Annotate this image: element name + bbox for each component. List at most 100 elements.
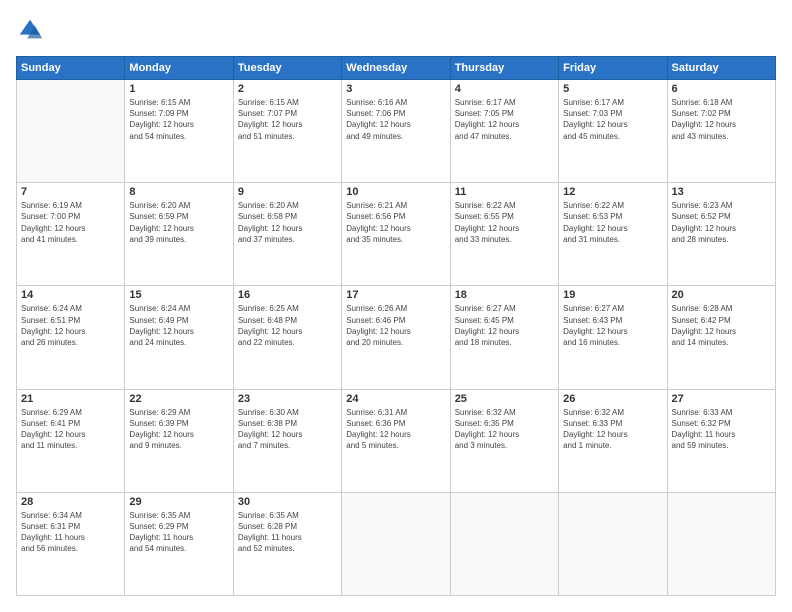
day-number: 19: [563, 289, 662, 301]
day-number: 13: [672, 186, 771, 198]
logo: [16, 16, 48, 44]
calendar-cell: 14Sunrise: 6:24 AMSunset: 6:51 PMDayligh…: [17, 286, 125, 389]
day-number: 27: [672, 393, 771, 405]
calendar-cell: 18Sunrise: 6:27 AMSunset: 6:45 PMDayligh…: [450, 286, 558, 389]
calendar-cell: 6 Sunrise: 6:18 AMSunset: 7:02 PMDaylight…: [667, 80, 775, 183]
cell-content: Sunrise: 6:30 AMSunset: 6:38 PMDaylight:…: [238, 407, 337, 452]
calendar-cell: 4Sunrise: 6:17 AMSunset: 7:05 PMDaylight…: [450, 80, 558, 183]
day-number: 24: [346, 393, 445, 405]
weekday-header-saturday: Saturday: [667, 57, 775, 80]
calendar-cell: 16 Sunrise: 6:25 AMSunset: 6:48 PMDayligh…: [233, 286, 341, 389]
weekday-header-thursday: Thursday: [450, 57, 558, 80]
day-number: 11: [455, 186, 554, 198]
cell-content: Sunrise: 6:35 AMSunset: 6:29 PMDaylight:…: [129, 510, 228, 555]
calendar-cell: 22 Sunrise: 6:29 AMSunset: 6:39 PMDayligh…: [125, 389, 233, 492]
calendar-cell: 29Sunrise: 6:35 AMSunset: 6:29 PMDayligh…: [125, 492, 233, 595]
cell-content: Sunrise: 6:31 AMSunset: 6:36 PMDaylight:…: [346, 407, 445, 452]
day-number: 18: [455, 289, 554, 301]
day-number: 2: [238, 83, 337, 95]
cell-content: Sunrise: 6:16 AMSunset: 7:06 PMDaylight:…: [346, 97, 445, 142]
calendar-cell: 1 Sunrise: 6:15 AMSunset: 7:09 PMDaylight…: [125, 80, 233, 183]
calendar-cell: 10 Sunrise: 6:21 AMSunset: 6:56 PMDayligh…: [342, 183, 450, 286]
calendar-week-2: 7 Sunrise: 6:19 AMSunset: 7:00 PMDaylight…: [17, 183, 776, 286]
header: [16, 16, 776, 44]
cell-content: Sunrise: 6:27 AMSunset: 6:43 PMDaylight:…: [563, 303, 662, 348]
calendar-cell: [559, 492, 667, 595]
logo-icon: [16, 16, 44, 44]
calendar-week-5: 28 Sunrise: 6:34 AMSunset: 6:31 PMDayligh…: [17, 492, 776, 595]
cell-content: Sunrise: 6:33 AMSunset: 6:32 PMDaylight:…: [672, 407, 771, 452]
calendar-week-4: 21 Sunrise: 6:29 AMSunset: 6:41 PMDayligh…: [17, 389, 776, 492]
cell-content: Sunrise: 6:23 AMSunset: 6:52 PMDaylight:…: [672, 200, 771, 245]
calendar-cell: 20Sunrise: 6:28 AMSunset: 6:42 PMDayligh…: [667, 286, 775, 389]
cell-content: Sunrise: 6:34 AMSunset: 6:31 PMDaylight:…: [21, 510, 120, 555]
calendar-cell: 23 Sunrise: 6:30 AMSunset: 6:38 PMDayligh…: [233, 389, 341, 492]
calendar-cell: [342, 492, 450, 595]
day-number: 7: [21, 186, 120, 198]
cell-content: Sunrise: 6:15 AMSunset: 7:09 PMDaylight:…: [129, 97, 228, 142]
day-number: 30: [238, 496, 337, 508]
day-number: 6: [672, 83, 771, 95]
day-number: 9: [238, 186, 337, 198]
day-number: 26: [563, 393, 662, 405]
day-number: 17: [346, 289, 445, 301]
day-number: 4: [455, 83, 554, 95]
calendar-cell: 9 Sunrise: 6:20 AMSunset: 6:58 PMDaylight…: [233, 183, 341, 286]
calendar-cell: 15Sunrise: 6:24 AMSunset: 6:49 PMDayligh…: [125, 286, 233, 389]
day-number: 12: [563, 186, 662, 198]
cell-content: Sunrise: 6:22 AMSunset: 6:53 PMDaylight:…: [563, 200, 662, 245]
page: SundayMondayTuesdayWednesdayThursdayFrid…: [0, 0, 792, 612]
calendar-cell: 30 Sunrise: 6:35 AMSunset: 6:28 PMDayligh…: [233, 492, 341, 595]
calendar-cell: 11 Sunrise: 6:22 AMSunset: 6:55 PMDayligh…: [450, 183, 558, 286]
day-number: 28: [21, 496, 120, 508]
day-number: 22: [129, 393, 228, 405]
cell-content: Sunrise: 6:19 AMSunset: 7:00 PMDaylight:…: [21, 200, 120, 245]
day-number: 8: [129, 186, 228, 198]
calendar-cell: 8 Sunrise: 6:20 AMSunset: 6:59 PMDaylight…: [125, 183, 233, 286]
cell-content: Sunrise: 6:32 AMSunset: 6:33 PMDaylight:…: [563, 407, 662, 452]
calendar-cell: 12 Sunrise: 6:22 AMSunset: 6:53 PMDayligh…: [559, 183, 667, 286]
calendar-cell: 7 Sunrise: 6:19 AMSunset: 7:00 PMDaylight…: [17, 183, 125, 286]
cell-content: Sunrise: 6:29 AMSunset: 6:41 PMDaylight:…: [21, 407, 120, 452]
weekday-header-tuesday: Tuesday: [233, 57, 341, 80]
cell-content: Sunrise: 6:18 AMSunset: 7:02 PMDaylight:…: [672, 97, 771, 142]
day-number: 20: [672, 289, 771, 301]
cell-content: Sunrise: 6:20 AMSunset: 6:58 PMDaylight:…: [238, 200, 337, 245]
cell-content: Sunrise: 6:15 AMSunset: 7:07 PMDaylight:…: [238, 97, 337, 142]
day-number: 5: [563, 83, 662, 95]
day-number: 1: [129, 83, 228, 95]
calendar-cell: 19 Sunrise: 6:27 AMSunset: 6:43 PMDayligh…: [559, 286, 667, 389]
calendar-cell: 3Sunrise: 6:16 AMSunset: 7:06 PMDaylight…: [342, 80, 450, 183]
weekday-header-row: SundayMondayTuesdayWednesdayThursdayFrid…: [17, 57, 776, 80]
calendar-cell: 28 Sunrise: 6:34 AMSunset: 6:31 PMDayligh…: [17, 492, 125, 595]
day-number: 23: [238, 393, 337, 405]
cell-content: Sunrise: 6:21 AMSunset: 6:56 PMDaylight:…: [346, 200, 445, 245]
cell-content: Sunrise: 6:29 AMSunset: 6:39 PMDaylight:…: [129, 407, 228, 452]
weekday-header-wednesday: Wednesday: [342, 57, 450, 80]
day-number: 25: [455, 393, 554, 405]
weekday-header-friday: Friday: [559, 57, 667, 80]
calendar-cell: 24 Sunrise: 6:31 AMSunset: 6:36 PMDayligh…: [342, 389, 450, 492]
weekday-header-monday: Monday: [125, 57, 233, 80]
calendar-cell: 13 Sunrise: 6:23 AMSunset: 6:52 PMDayligh…: [667, 183, 775, 286]
calendar-cell: [450, 492, 558, 595]
calendar-cell: 5 Sunrise: 6:17 AMSunset: 7:03 PMDaylight…: [559, 80, 667, 183]
day-number: 21: [21, 393, 120, 405]
cell-content: Sunrise: 6:17 AMSunset: 7:03 PMDaylight:…: [563, 97, 662, 142]
weekday-header-sunday: Sunday: [17, 57, 125, 80]
cell-content: Sunrise: 6:32 AMSunset: 6:35 PMDaylight:…: [455, 407, 554, 452]
day-number: 14: [21, 289, 120, 301]
day-number: 10: [346, 186, 445, 198]
cell-content: Sunrise: 6:20 AMSunset: 6:59 PMDaylight:…: [129, 200, 228, 245]
cell-content: Sunrise: 6:22 AMSunset: 6:55 PMDaylight:…: [455, 200, 554, 245]
calendar-cell: 25 Sunrise: 6:32 AMSunset: 6:35 PMDayligh…: [450, 389, 558, 492]
calendar-cell: [17, 80, 125, 183]
calendar-cell: 17Sunrise: 6:26 AMSunset: 6:46 PMDayligh…: [342, 286, 450, 389]
day-number: 16: [238, 289, 337, 301]
calendar-table: SundayMondayTuesdayWednesdayThursdayFrid…: [16, 56, 776, 596]
cell-content: Sunrise: 6:25 AMSunset: 6:48 PMDaylight:…: [238, 303, 337, 348]
calendar-week-1: 1 Sunrise: 6:15 AMSunset: 7:09 PMDaylight…: [17, 80, 776, 183]
cell-content: Sunrise: 6:35 AMSunset: 6:28 PMDaylight:…: [238, 510, 337, 555]
calendar-cell: 27 Sunrise: 6:33 AMSunset: 6:32 PMDayligh…: [667, 389, 775, 492]
calendar-week-3: 14Sunrise: 6:24 AMSunset: 6:51 PMDayligh…: [17, 286, 776, 389]
